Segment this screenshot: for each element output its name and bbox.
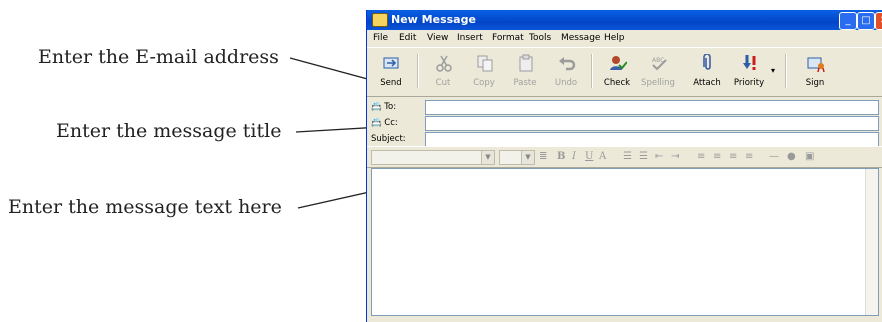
attach-button[interactable]: Attach: [687, 50, 727, 92]
address-book-icon: 📇: [371, 102, 382, 112]
cut-icon: [436, 55, 452, 72]
numbered-list-icon[interactable]: ☰: [623, 151, 632, 162]
message-body[interactable]: [371, 168, 879, 316]
to-label[interactable]: 📇 To:: [371, 102, 396, 112]
bold-icon[interactable]: B: [557, 151, 565, 162]
to-field[interactable]: [425, 100, 879, 115]
to-row: 📇 To:: [367, 100, 882, 116]
priority-dropdown-icon[interactable]: ▾: [771, 66, 775, 75]
vertical-scrollbar[interactable]: [865, 169, 878, 315]
increase-indent-icon[interactable]: ⇥: [671, 151, 679, 162]
copy-icon: [477, 55, 493, 72]
chevron-down-icon: ▼: [521, 151, 534, 164]
cut-label: Cut: [435, 78, 451, 88]
font-name-select[interactable]: ▼: [371, 150, 495, 165]
paragraph-style-icon[interactable]: ≣: [539, 151, 547, 162]
copy-label: Copy: [473, 78, 495, 88]
paste-label: Paste: [513, 78, 537, 88]
sign-button[interactable]: Sign: [795, 50, 835, 92]
align-right-icon[interactable]: ≡: [729, 151, 737, 162]
priority-icon: [743, 55, 756, 70]
toolbar-separator: [417, 54, 419, 88]
attach-label: Attach: [693, 78, 721, 88]
title-bar[interactable]: New Message _ □ ✕: [367, 10, 882, 30]
check-button[interactable]: Check: [597, 50, 637, 92]
subject-label: Subject:: [371, 134, 406, 144]
underline-icon[interactable]: U: [585, 151, 593, 162]
menu-help[interactable]: Help: [604, 33, 625, 43]
justify-icon[interactable]: ≡: [745, 151, 753, 162]
font-size-select[interactable]: ▼: [499, 150, 535, 165]
maximize-button[interactable]: □: [857, 12, 875, 30]
horizontal-line-icon[interactable]: —: [769, 151, 779, 162]
menu-bar: File Edit View Insert Format Tools Messa…: [367, 30, 882, 47]
address-book-icon: 📇: [371, 118, 382, 128]
undo-label: Undo: [554, 78, 578, 88]
cut-button[interactable]: Cut: [423, 50, 463, 92]
undo-icon: [559, 57, 576, 71]
callout-text: Enter the message text here: [8, 196, 282, 218]
toolbar-separator: [591, 54, 593, 88]
align-center-icon[interactable]: ≡: [713, 151, 721, 162]
callout-title: Enter the message title: [56, 120, 282, 142]
send-label: Send: [380, 78, 402, 88]
chevron-down-icon: ▼: [481, 151, 494, 164]
main-toolbar: Send Cut Copy Paste Undo Check ABC Spell…: [367, 47, 882, 97]
status-bar: [367, 316, 882, 322]
spelling-label: Spelling: [641, 78, 675, 88]
menu-format[interactable]: Format: [492, 33, 524, 43]
new-message-window: New Message _ □ ✕ File Edit View Insert …: [366, 10, 882, 322]
paste-icon: [519, 54, 533, 72]
priority-button[interactable]: Priority: [729, 50, 769, 92]
italic-icon[interactable]: I: [572, 151, 576, 162]
menu-tools[interactable]: Tools: [529, 33, 551, 43]
sign-icon: [807, 57, 825, 72]
insert-picture-icon[interactable]: ▣: [805, 151, 814, 162]
formatting-toolbar: ▼ ▼ ≣ B I U A ☰ ☰ ⇤ ⇥ ≡ ≡ ≡ ≡ — ● ▣: [367, 146, 882, 168]
check-names-icon: [610, 56, 627, 70]
menu-view[interactable]: View: [427, 33, 448, 43]
cc-label[interactable]: 📇 Cc:: [371, 118, 398, 128]
undo-button[interactable]: Undo: [546, 50, 586, 92]
menu-edit[interactable]: Edit: [399, 33, 416, 43]
cc-field[interactable]: [425, 116, 879, 131]
bullet-list-icon[interactable]: ☰: [639, 151, 648, 162]
envelope-icon: [372, 13, 388, 27]
check-label: Check: [603, 78, 631, 88]
cc-row: 📇 Cc:: [367, 116, 882, 132]
minimize-button[interactable]: _: [839, 12, 857, 30]
subject-field[interactable]: [425, 132, 879, 147]
priority-label: Priority: [733, 78, 765, 88]
send-icon: [383, 57, 399, 69]
window-title: New Message: [391, 13, 476, 26]
sign-label: Sign: [805, 78, 825, 88]
menu-insert[interactable]: Insert: [457, 33, 483, 43]
spelling-icon: ABC: [652, 57, 667, 71]
callout-email: Enter the E-mail address: [38, 46, 279, 68]
menu-file[interactable]: File: [373, 33, 388, 43]
send-button[interactable]: Send: [371, 50, 411, 92]
paste-button[interactable]: Paste: [505, 50, 545, 92]
menu-message[interactable]: Message: [561, 33, 600, 43]
paperclip-icon: [703, 54, 711, 70]
align-left-icon[interactable]: ≡: [697, 151, 705, 162]
spelling-button[interactable]: ABC Spelling: [638, 50, 678, 92]
copy-button[interactable]: Copy: [464, 50, 504, 92]
font-color-icon[interactable]: A: [599, 151, 606, 162]
decrease-indent-icon[interactable]: ⇤: [655, 151, 663, 162]
close-button[interactable]: ✕: [875, 12, 882, 30]
hyperlink-icon[interactable]: ●: [787, 151, 796, 162]
toolbar-separator: [785, 54, 787, 88]
